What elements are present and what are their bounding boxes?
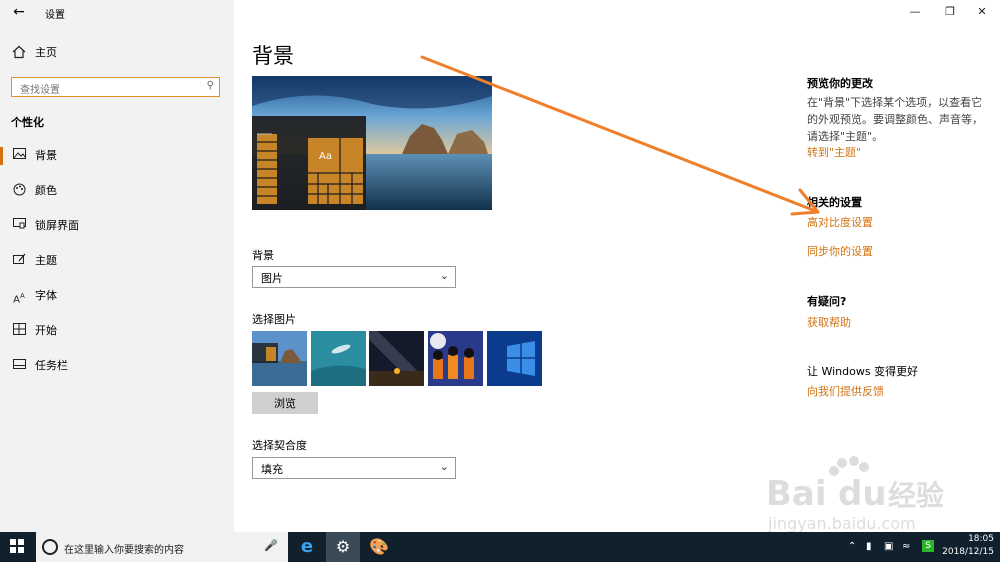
baidu-watermark: Bai du 经验 jingyan.baidu.com [758, 453, 958, 533]
taskbar-clock[interactable]: 18:05 2018/12/15 [942, 533, 994, 559]
svg-text:du: du [838, 474, 887, 514]
battery-icon[interactable]: ▮ [866, 541, 872, 552]
svg-text:Bai: Bai [766, 474, 827, 514]
svg-text:jingyan.baidu.com: jingyan.baidu.com [767, 514, 916, 533]
edge-browser-icon[interactable]: e [290, 532, 324, 562]
clock-date: 2018/12/15 [942, 547, 994, 557]
windows-start-icon[interactable] [8, 538, 26, 556]
taskbar-search-box[interactable]: 在这里输入你要搜索的内容 🎤 [36, 532, 288, 562]
wifi-icon[interactable]: ≈ [902, 541, 910, 552]
settings-gear-icon[interactable]: ⚙ [326, 532, 360, 562]
taskbar: 在这里输入你要搜索的内容 🎤 e ⚙ 🎨 ⌃ ▮ ▣ ≈ S 18:05 201… [0, 532, 1000, 562]
screen-icon[interactable]: ▣ [884, 541, 893, 552]
microphone-icon[interactable]: 🎤 [264, 539, 278, 552]
taskbar-search-placeholder: 在这里输入你要搜索的内容 [64, 545, 184, 556]
cortana-icon [42, 539, 58, 555]
paint-app-icon[interactable]: 🎨 [362, 532, 396, 562]
input-method-icon[interactable]: S [922, 540, 934, 552]
chevron-up-icon[interactable]: ⌃ [848, 541, 856, 552]
clock-time: 18:05 [968, 534, 994, 544]
svg-text:经验: 经验 [888, 479, 944, 512]
